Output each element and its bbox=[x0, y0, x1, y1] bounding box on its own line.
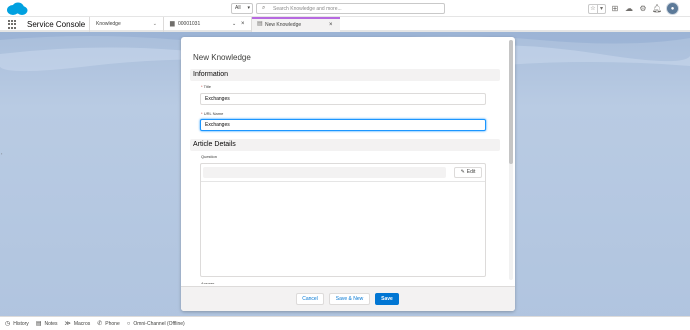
save-button[interactable]: Save bbox=[375, 293, 399, 305]
required-indicator: * bbox=[201, 111, 203, 116]
save-and-new-button[interactable]: Save & New bbox=[329, 293, 370, 305]
utility-item-history[interactable]: ◷ History bbox=[5, 317, 29, 330]
editor-content-area[interactable] bbox=[201, 181, 485, 276]
modal-scrollbar[interactable] bbox=[509, 40, 513, 280]
console-tab-bar: Service Console Knowledge ⌄ ▆ 00001031 ⌄… bbox=[0, 17, 690, 32]
new-knowledge-modal: New Knowledge Information * Title * URL … bbox=[181, 37, 515, 311]
utility-item-label: History bbox=[13, 320, 29, 327]
panel-resize-handle[interactable]: ‹ bbox=[1, 151, 2, 156]
utility-item-omni-channel[interactable]: ○ Omni-Channel (Offline) bbox=[127, 317, 185, 330]
chevron-down-icon[interactable]: ⌄ bbox=[153, 20, 157, 29]
tab-label: New Knowledge bbox=[265, 22, 302, 28]
tab-label: 00001031 bbox=[178, 21, 201, 27]
editor-toolbar bbox=[203, 167, 446, 178]
title-field[interactable] bbox=[200, 93, 486, 105]
title-field-label: * Title bbox=[201, 84, 211, 90]
section-information[interactable]: Information bbox=[190, 69, 500, 81]
answer-field-label: Answer bbox=[201, 281, 215, 284]
cancel-button[interactable]: Cancel bbox=[296, 293, 324, 305]
utility-item-macros[interactable]: ≫ Macros bbox=[65, 317, 91, 330]
omni-channel-icon: ○ bbox=[126, 320, 131, 327]
required-indicator: * bbox=[201, 84, 203, 89]
setup-gear-icon[interactable]: ⚙ bbox=[638, 4, 648, 14]
chevron-down-icon[interactable]: ⌄ bbox=[232, 20, 236, 29]
question-rich-text-editor: ✎ Edit bbox=[200, 163, 486, 277]
pencil-icon: ✎ bbox=[460, 169, 465, 175]
url-name-field-label: * URL Name bbox=[201, 111, 223, 117]
edit-button-label: Edit bbox=[466, 169, 476, 175]
global-header: All ▾ ⌕ ☆ ▾ ⊞ ☁ ⚙ 🔔︎ ● bbox=[0, 0, 690, 17]
history-icon: ◷ bbox=[5, 320, 11, 327]
utility-bar: ◷ History ▤ Notes ≫ Macros ✆ Phone ○ Omn… bbox=[0, 316, 690, 330]
favorites-group: ☆ ▾ bbox=[588, 3, 606, 14]
chevron-down-icon: ▾ bbox=[247, 5, 250, 11]
close-icon[interactable]: × bbox=[241, 20, 245, 29]
favorites-list-icon[interactable]: ▾ bbox=[597, 4, 605, 13]
tab-case-00001031[interactable]: ▆ 00001031 ⌄ × bbox=[164, 17, 252, 32]
utility-item-phone[interactable]: ✆ Phone bbox=[97, 317, 120, 330]
close-icon[interactable]: × bbox=[329, 21, 333, 30]
salesforce-cloud-logo[interactable] bbox=[6, 2, 28, 16]
modal-title: New Knowledge bbox=[193, 53, 251, 62]
trailhead-cloud-icon[interactable]: ☁ bbox=[624, 4, 634, 14]
case-icon: ▆ bbox=[170, 21, 175, 27]
app-launcher-icon[interactable] bbox=[8, 20, 17, 29]
field-label-text: URL Name bbox=[203, 111, 224, 116]
user-avatar[interactable]: ● bbox=[666, 2, 679, 15]
edit-button[interactable]: ✎ Edit bbox=[454, 167, 482, 178]
global-actions-icon[interactable]: ⊞ bbox=[610, 4, 620, 14]
section-title: Information bbox=[193, 71, 229, 78]
utility-item-label: Notes bbox=[44, 320, 58, 327]
modal-body[interactable]: New Knowledge Information * Title * URL … bbox=[181, 37, 507, 285]
utility-item-label: Phone bbox=[105, 320, 120, 327]
global-search: All ▾ ⌕ bbox=[231, 3, 445, 14]
section-article-details[interactable]: Article Details bbox=[190, 139, 500, 151]
search-scope-select[interactable]: All ▾ bbox=[231, 3, 253, 14]
search-icon: ⌕ bbox=[262, 5, 266, 11]
search-input[interactable] bbox=[273, 5, 438, 13]
favorites-star-icon[interactable]: ☆ bbox=[589, 5, 597, 13]
question-field-label: Question bbox=[201, 154, 218, 159]
utility-item-notes[interactable]: ▤ Notes bbox=[36, 317, 58, 330]
scrollbar-thumb[interactable] bbox=[509, 40, 513, 164]
navigation-menu-label: Knowledge bbox=[96, 21, 121, 27]
phone-icon: ✆ bbox=[97, 320, 103, 327]
app-name: Service Console bbox=[27, 20, 86, 29]
tab-new-knowledge[interactable]: ▤ New Knowledge × bbox=[252, 17, 340, 32]
field-label-text: Title bbox=[203, 84, 212, 89]
utility-item-label: Macros bbox=[73, 320, 91, 327]
search-box: ⌕ bbox=[256, 3, 445, 14]
navigation-menu[interactable]: Knowledge ⌄ bbox=[89, 17, 164, 32]
header-actions: ☆ ▾ ⊞ ☁ ⚙ 🔔︎ ● bbox=[588, 2, 679, 15]
search-scope-label: All bbox=[235, 5, 241, 11]
modal-footer: Cancel Save & New Save bbox=[181, 286, 515, 311]
url-name-field[interactable] bbox=[200, 119, 486, 131]
section-title: Article Details bbox=[193, 141, 236, 148]
knowledge-icon: ▤ bbox=[257, 21, 263, 27]
notifications-bell-icon[interactable]: 🔔︎ bbox=[652, 4, 662, 14]
utility-item-label: Omni-Channel (Offline) bbox=[133, 320, 185, 327]
macros-icon: ≫ bbox=[64, 320, 71, 327]
notes-icon: ▤ bbox=[35, 320, 42, 327]
